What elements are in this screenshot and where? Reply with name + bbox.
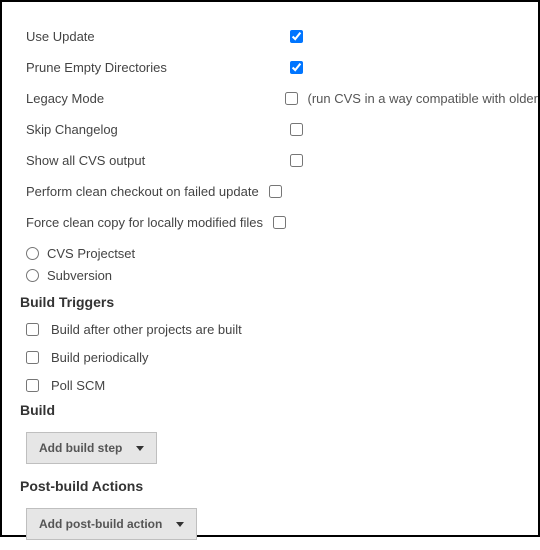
add-build-step-label: Add build step bbox=[39, 441, 122, 455]
cvs-option-label: Prune Empty Directories bbox=[26, 60, 280, 75]
cvs-option-row: Force clean copy for locally modified fi… bbox=[26, 208, 538, 236]
add-post-build-action-button[interactable]: Add post-build action bbox=[26, 508, 197, 540]
cvs-option-row: Prune Empty Directories bbox=[26, 53, 538, 81]
build-trigger-checkbox[interactable] bbox=[26, 323, 39, 336]
scm-radio-row: CVS Projectset bbox=[26, 242, 538, 264]
section-heading-build: Build bbox=[20, 402, 538, 418]
build-trigger-row: Build periodically bbox=[26, 344, 538, 370]
build-trigger-label: Build after other projects are built bbox=[51, 322, 242, 337]
cvs-option-checkbox[interactable] bbox=[290, 30, 303, 43]
scm-radio-label: CVS Projectset bbox=[47, 246, 135, 261]
cvs-option-label: Legacy Mode bbox=[26, 91, 275, 106]
cvs-option-label: Perform clean checkout on failed update bbox=[26, 184, 259, 199]
build-trigger-checkbox[interactable] bbox=[26, 351, 39, 364]
cvs-option-checkbox[interactable] bbox=[290, 154, 303, 167]
cvs-option-row: Skip Changelog bbox=[26, 115, 538, 143]
chevron-down-icon bbox=[136, 446, 144, 451]
build-trigger-label: Poll SCM bbox=[51, 378, 105, 393]
cvs-option-label: Force clean copy for locally modified fi… bbox=[26, 215, 263, 230]
cvs-option-label: Use Update bbox=[26, 29, 280, 44]
build-trigger-label: Build periodically bbox=[51, 350, 149, 365]
cvs-option-row: Use Update bbox=[26, 22, 538, 50]
cvs-option-label: Show all CVS output bbox=[26, 153, 280, 168]
cvs-option-hint: (run CVS in a way compatible with older bbox=[308, 91, 539, 106]
section-heading-post-build: Post-build Actions bbox=[20, 478, 538, 494]
build-trigger-checkbox[interactable] bbox=[26, 379, 39, 392]
chevron-down-icon bbox=[176, 522, 184, 527]
add-build-step-button[interactable]: Add build step bbox=[26, 432, 157, 464]
scm-radio-row: Subversion bbox=[26, 264, 538, 286]
cvs-option-checkbox[interactable] bbox=[290, 61, 303, 74]
add-post-build-action-label: Add post-build action bbox=[39, 517, 162, 531]
cvs-option-row: Show all CVS output bbox=[26, 146, 538, 174]
build-trigger-row: Poll SCM bbox=[26, 372, 538, 398]
cvs-option-row: Perform clean checkout on failed update bbox=[26, 177, 538, 205]
build-trigger-row: Build after other projects are built bbox=[26, 316, 538, 342]
cvs-option-checkbox[interactable] bbox=[290, 123, 303, 136]
section-heading-build-triggers: Build Triggers bbox=[20, 294, 538, 310]
cvs-option-checkbox[interactable] bbox=[269, 185, 282, 198]
cvs-option-label: Skip Changelog bbox=[26, 122, 280, 137]
cvs-option-checkbox[interactable] bbox=[285, 92, 298, 105]
scm-radio[interactable] bbox=[26, 247, 39, 260]
scm-radio[interactable] bbox=[26, 269, 39, 282]
scm-radio-label: Subversion bbox=[47, 268, 112, 283]
cvs-option-row: Legacy Mode (run CVS in a way compatible … bbox=[26, 84, 538, 112]
cvs-option-checkbox[interactable] bbox=[273, 216, 286, 229]
